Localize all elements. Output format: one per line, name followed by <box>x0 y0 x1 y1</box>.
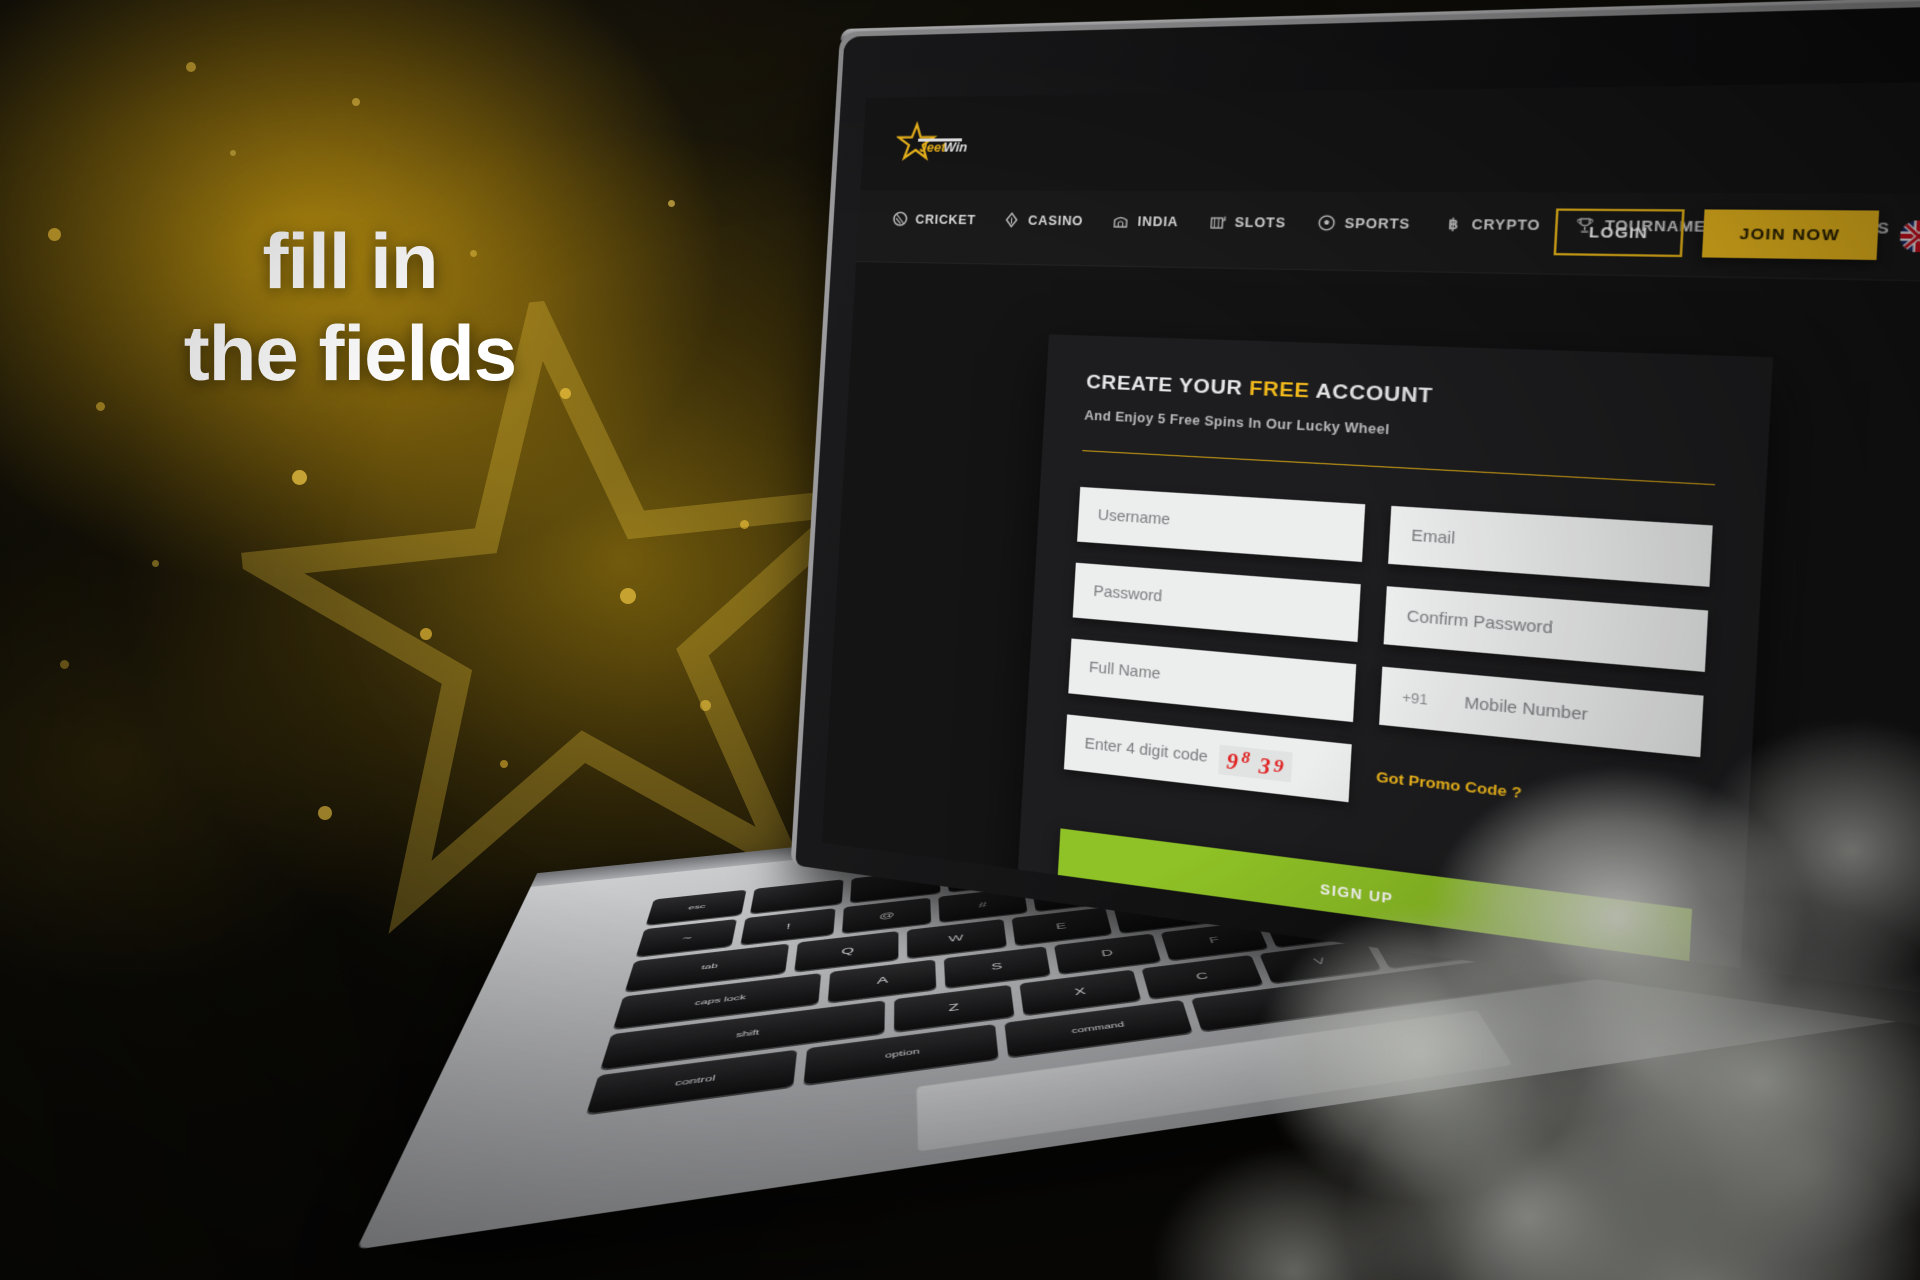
join-now-button[interactable]: JOIN NOW <box>1702 209 1879 260</box>
nav-item-sports[interactable]: SPORTS <box>1316 213 1410 233</box>
card-title-part1: CREATE YOUR <box>1086 371 1250 400</box>
confirm-password-input[interactable]: Confirm Password <box>1384 586 1709 672</box>
nav-item-slots[interactable]: SLOTS <box>1208 213 1287 232</box>
captcha-digit-4: 9 <box>1273 754 1284 777</box>
login-button[interactable]: LOGIN <box>1554 208 1685 257</box>
nav-label: CRYPTO <box>1471 216 1541 232</box>
signup-form: Username Email Password Confirm Password… <box>1024 449 1766 848</box>
football-icon <box>1316 213 1337 232</box>
promo-banner: fill in the fields esc ~ ! @ # tab Q W E… <box>0 0 1920 1280</box>
svg-text:฿: ฿ <box>1447 217 1458 233</box>
svg-text:Win: Win <box>943 140 968 155</box>
casino-chip-icon <box>1003 211 1021 229</box>
captcha-digit-3: 3 <box>1258 754 1271 780</box>
captcha-digit-2: 8 <box>1241 749 1251 769</box>
mobile-input-placeholder: Mobile Number <box>1464 695 1588 725</box>
nav-item-cricket[interactable]: CRICKET <box>891 210 976 228</box>
headline-line-2: the fields <box>0 307 700 399</box>
headline-line-1: fill in <box>0 215 700 307</box>
captcha-digit-1: 9 <box>1226 749 1239 775</box>
nav-label: SPORTS <box>1344 215 1410 231</box>
captcha-image: 9 8 3 9 <box>1218 744 1292 782</box>
slot-machine-icon <box>1208 213 1228 231</box>
password-input[interactable]: Password <box>1073 563 1361 642</box>
fullname-input[interactable]: Full Name <box>1068 638 1356 722</box>
mobile-number-field[interactable]: +91 Mobile Number <box>1379 667 1704 758</box>
nav-item-crypto[interactable]: ฿ CRYPTO <box>1442 214 1541 234</box>
browser-viewport: Jeet Win CRICKET CASINO INDIA SLOTS SPOR… <box>822 81 1920 996</box>
captcha-input[interactable]: Enter 4 digit code 9 8 3 9 <box>1064 714 1352 802</box>
bitcoin-icon: ฿ <box>1442 214 1464 233</box>
captcha-placeholder: Enter 4 digit code <box>1084 735 1208 766</box>
promo-code-link[interactable]: Got Promo Code ? <box>1376 768 1698 821</box>
nav-label: CASINO <box>1028 213 1084 228</box>
nav-item-casino[interactable]: CASINO <box>1003 211 1084 229</box>
nav-label: INDIA <box>1137 214 1179 229</box>
uk-flag-icon[interactable] <box>1898 219 1920 253</box>
card-title-part2: ACCOUNT <box>1309 380 1433 408</box>
nav-label: SLOTS <box>1234 214 1286 230</box>
site-header: Jeet Win <box>860 81 1920 194</box>
nav-item-india[interactable]: INDIA <box>1111 212 1179 231</box>
site-logo[interactable]: Jeet Win <box>895 119 982 168</box>
promo-headline: fill in the fields <box>0 215 700 399</box>
laptop-lid: Jeet Win CRICKET CASINO INDIA SLOTS SPOR… <box>795 4 1920 1033</box>
email-input[interactable]: Email <box>1388 506 1713 587</box>
auth-buttons: LOGIN JOIN NOW <box>1554 208 1920 260</box>
nav-label: CRICKET <box>915 212 976 227</box>
laptop-mockup: esc ~ ! @ # tab Q W E caps lock A S D F … <box>760 0 1920 1280</box>
card-title-free: FREE <box>1249 378 1311 403</box>
cricket-ball-icon <box>891 210 909 227</box>
country-code-label: +91 <box>1402 690 1428 708</box>
india-gate-icon <box>1111 212 1130 230</box>
username-input[interactable]: Username <box>1077 487 1365 562</box>
